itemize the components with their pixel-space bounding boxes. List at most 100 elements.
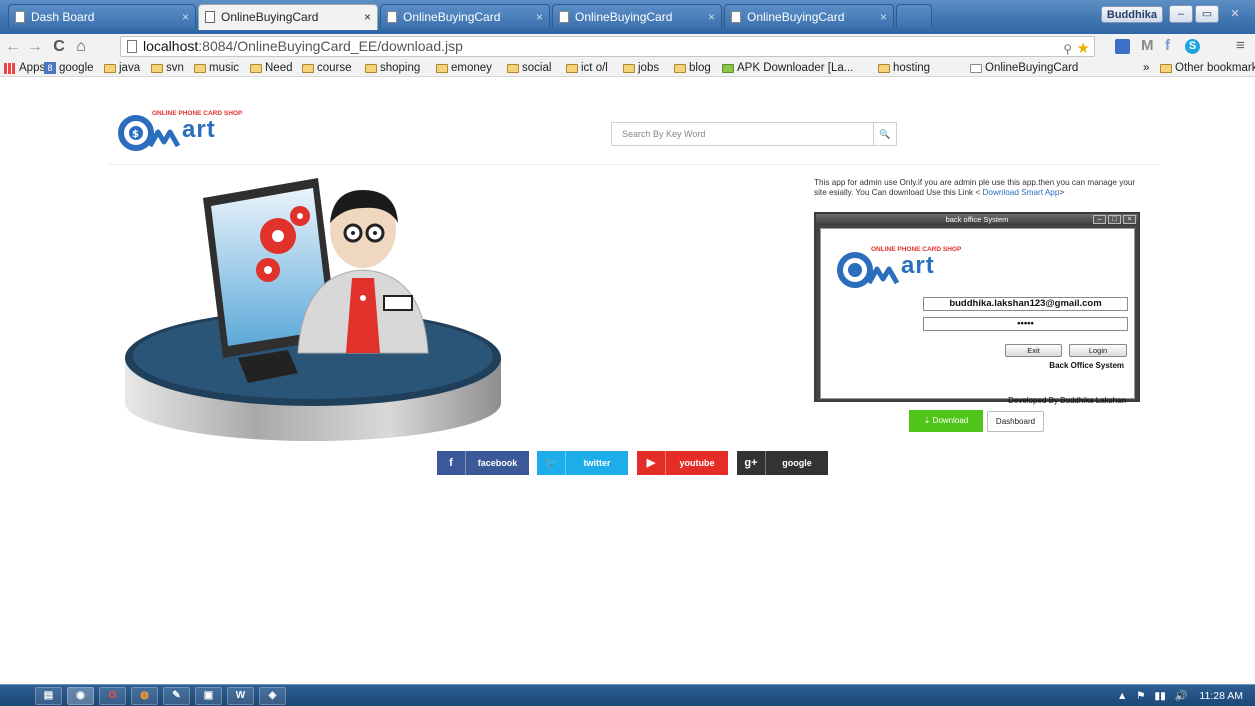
bookmarks-overflow[interactable]: » [1143, 61, 1149, 76]
bookmark-label: Other bookmarks [1175, 62, 1255, 74]
download-button[interactable]: ⇣ Download [909, 410, 983, 432]
youtube-button[interactable]: ▶ youtube [637, 451, 728, 475]
close-icon[interactable]: × [182, 5, 189, 28]
google-button[interactable]: g+ google [737, 451, 828, 475]
app-developer-credit: Developed By Buddhika Lakshan [1008, 396, 1126, 405]
facebook-extension-icon[interactable]: f [1165, 37, 1170, 55]
logo-word: art [182, 116, 216, 143]
skype-icon[interactable]: S [1185, 39, 1200, 54]
tab-onlinebuyingcard-active[interactable]: OnlineBuyingCard × [198, 4, 378, 30]
folder-icon [1160, 64, 1172, 73]
page-content: $ ONLINE PHONE CARD SHOP art Search By K… [0, 78, 1255, 684]
dashboard-button[interactable]: Dashboard [987, 411, 1044, 432]
bookmark-other[interactable]: Other bookmarks [1160, 61, 1255, 76]
bookmark-label: jobs [638, 62, 660, 74]
app-window-title: back office System [945, 215, 1009, 224]
admin-info-end: > [1059, 188, 1065, 197]
url-host: localhost [143, 38, 199, 54]
firefox-icon[interactable]: ◍ [131, 687, 158, 705]
google-plus-icon: g+ [744, 457, 758, 469]
download-smart-app-link[interactable]: Download Smart App [982, 188, 1059, 197]
chrome-icon[interactable]: ◉ [67, 687, 94, 705]
bookmark-java[interactable]: java [104, 61, 140, 76]
twitter-icon: 🐦 [544, 457, 558, 469]
bookmark-ict[interactable]: ict o/l [566, 61, 608, 76]
home-icon[interactable]: ⌂ [72, 37, 90, 57]
bookmark-svn[interactable]: svn [151, 61, 184, 76]
volume-icon[interactable]: 🔊 [1175, 690, 1188, 702]
minimize-icon[interactable]: – [1169, 5, 1193, 23]
app-icon[interactable]: ◈ [259, 687, 286, 705]
bookmark-onlinebuyingcard[interactable]: OnlineBuyingCard [970, 61, 1078, 76]
download-label: Download [932, 416, 969, 425]
window-icon[interactable]: ▣ [195, 687, 222, 705]
tab-label: OnlineBuyingCard [221, 10, 319, 24]
forward-icon[interactable]: → [26, 37, 44, 57]
opera-icon[interactable]: O [99, 687, 126, 705]
reload-icon[interactable]: C [50, 37, 68, 57]
new-tab-button[interactable] [896, 4, 932, 28]
tab-label: Dash Board [31, 10, 95, 24]
bookmark-social[interactable]: social [507, 61, 551, 76]
address-bar[interactable]: localhost:8084/OnlineBuyingCard_EE/downl… [120, 36, 1095, 57]
app-email-field: buddhika.lakshan123@gmail.com [923, 297, 1128, 311]
gmail-icon[interactable]: M [1141, 37, 1154, 55]
tab-onlinebuyingcard-2[interactable]: OnlineBuyingCard × [380, 4, 550, 28]
app-window-titlebar: back office System – □ × [816, 214, 1138, 225]
close-icon[interactable]: × [708, 5, 715, 28]
close-icon[interactable]: × [880, 5, 887, 28]
bookmark-blog[interactable]: blog [674, 61, 711, 76]
twitter-button[interactable]: 🐦 twitter [537, 451, 628, 475]
tab-dash-board[interactable]: Dash Board × [8, 4, 196, 28]
extension-icon[interactable] [1115, 39, 1130, 54]
page-icon [205, 11, 215, 23]
explorer-icon[interactable]: ▤ [35, 687, 62, 705]
svg-text:$: $ [132, 129, 139, 140]
bookmark-apps[interactable]: Apps [4, 61, 45, 76]
word-icon[interactable]: W [227, 687, 254, 705]
tab-onlinebuyingcard-3[interactable]: OnlineBuyingCard × [552, 4, 722, 28]
tab-label: OnlineBuyingCard [575, 10, 673, 24]
paint-icon[interactable]: ✎ [163, 687, 190, 705]
close-icon[interactable]: × [536, 5, 543, 28]
bookmark-shoping[interactable]: shoping [365, 61, 420, 76]
tab-onlinebuyingcard-4[interactable]: OnlineBuyingCard × [724, 4, 894, 28]
app-exit-button: Exit [1005, 344, 1062, 357]
back-icon[interactable]: ← [4, 37, 22, 57]
facebook-button[interactable]: f facebook [437, 451, 529, 475]
tray-expand-icon[interactable]: ▲ [1117, 690, 1127, 702]
bookmark-emoney[interactable]: emoney [436, 61, 492, 76]
zoom-icon[interactable]: ⚲ [1063, 40, 1072, 58]
profile-badge[interactable]: Buddhika [1100, 6, 1163, 23]
bookmark-need[interactable]: Need [250, 61, 293, 76]
bookmark-music[interactable]: music [194, 61, 239, 76]
folder-icon [623, 64, 635, 73]
bookmark-hosting[interactable]: hosting [878, 61, 930, 76]
site-logo[interactable]: $ ONLINE PHONE CARD SHOP art [114, 108, 264, 158]
clock[interactable]: 11:28 AM [1199, 690, 1243, 702]
bookmark-course[interactable]: course [302, 61, 352, 76]
search-input[interactable]: Search By Key Word [611, 122, 874, 146]
close-icon: × [1123, 215, 1136, 224]
tab-label: OnlineBuyingCard [403, 10, 501, 24]
menu-icon[interactable]: ≡ [1236, 37, 1245, 55]
bookmark-star-icon[interactable]: ★ [1077, 40, 1090, 58]
folder-icon [674, 64, 686, 73]
bookmark-label: hosting [893, 62, 931, 74]
folder-icon [104, 64, 116, 73]
bookmark-google[interactable]: 8 google [44, 61, 94, 76]
close-window-icon[interactable]: ✕ [1223, 5, 1247, 23]
app-password-field: ••••• [923, 317, 1128, 331]
search-icon[interactable]: 🔍 [873, 122, 897, 146]
network-icon[interactable]: ▮▮ [1154, 690, 1166, 702]
system-tray: ▲ ⚑ ▮▮ 🔊 11:28 AM [1117, 688, 1243, 704]
google-label: google [765, 451, 828, 475]
admin-info-text: This app for admin use Only.if you are a… [814, 178, 1144, 198]
bookmark-jobs[interactable]: jobs [623, 61, 659, 76]
bookmark-apk-downloader[interactable]: APK Downloader [La... [722, 61, 853, 76]
close-icon[interactable]: × [364, 5, 371, 29]
flag-icon[interactable]: ⚑ [1136, 690, 1145, 702]
download-icon: ⇣ [923, 416, 933, 425]
url-path: :8084/OnlineBuyingCard_EE/download.jsp [198, 38, 463, 54]
maximize-icon[interactable]: ▭ [1195, 5, 1219, 23]
